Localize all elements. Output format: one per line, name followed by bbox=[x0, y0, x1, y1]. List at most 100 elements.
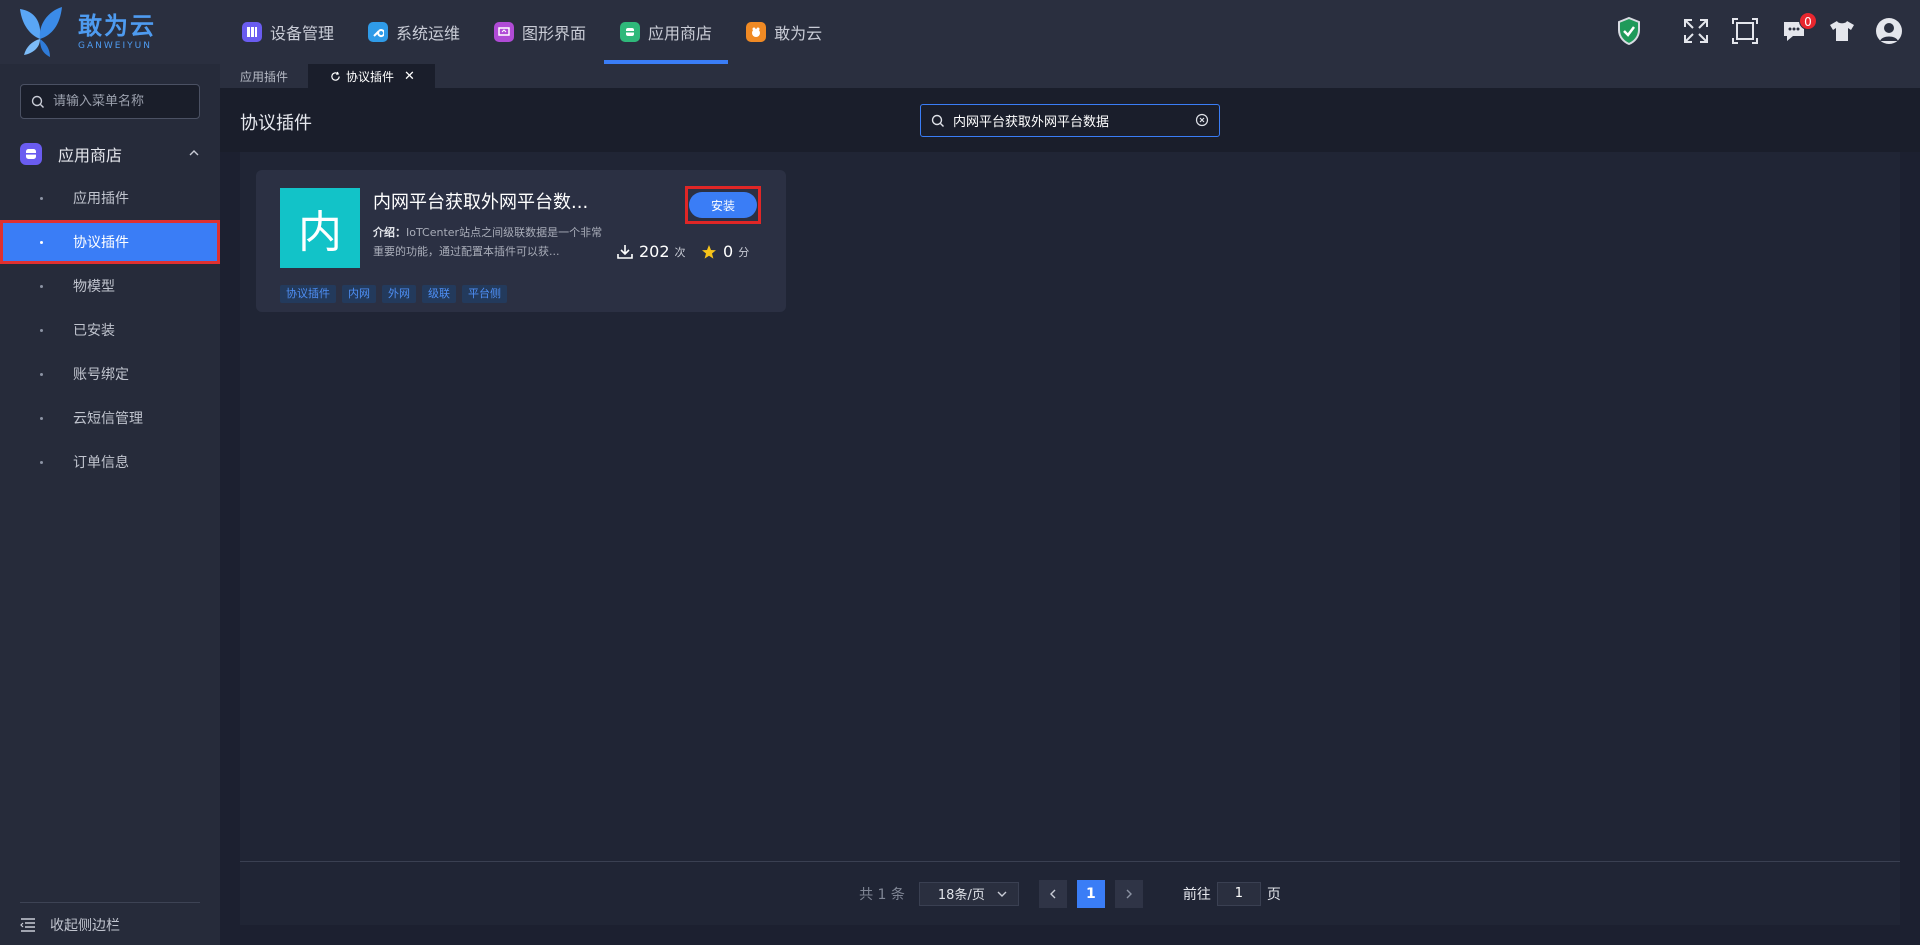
star-icon bbox=[702, 244, 716, 259]
skin-shirt-icon[interactable] bbox=[1827, 16, 1857, 46]
sidebar-item-label: 物模型 bbox=[73, 279, 115, 295]
prev-page-button[interactable] bbox=[1038, 879, 1067, 908]
tag[interactable]: 平台侧 bbox=[462, 285, 507, 303]
plugin-description: 介绍：IoTCenter站点之间级联数据是一个非常重要的功能，通过配置本插件可以… bbox=[373, 223, 613, 261]
search-icon bbox=[31, 95, 44, 108]
tab-protocol-plugins[interactable]: 协议插件 ✕ bbox=[308, 64, 435, 88]
page-size-select[interactable]: 18条/页 bbox=[918, 881, 1019, 906]
shield-icon[interactable] bbox=[1316, 16, 1346, 46]
refresh-icon[interactable] bbox=[330, 71, 341, 82]
notification-badge: 0 bbox=[1799, 12, 1817, 30]
nav-label: 系统运维 bbox=[396, 24, 461, 43]
nav-label: 设备管理 bbox=[270, 24, 335, 43]
sidebar-item-account-binding[interactable]: 账号绑定 bbox=[0, 352, 220, 396]
user-avatar-icon[interactable] bbox=[1874, 16, 1904, 46]
sidebar-item-label: 云短信管理 bbox=[73, 411, 143, 427]
store-icon bbox=[20, 143, 42, 165]
clear-icon[interactable] bbox=[1195, 113, 1209, 127]
sidebar-group-label: 应用商店 bbox=[58, 146, 123, 165]
message-icon[interactable]: 0 bbox=[1779, 12, 1817, 46]
bullet-dot bbox=[40, 372, 43, 376]
sidebar-item-protocol-plugins[interactable]: 协议插件 bbox=[0, 220, 220, 264]
graphic-icon bbox=[494, 22, 515, 42]
plugin-tags: 协议插件 内网 外网 级联 平台侧 bbox=[280, 285, 513, 303]
plugin-search-input[interactable]: 内网平台获取外网平台数据 bbox=[953, 111, 1109, 130]
cloud-icon bbox=[746, 22, 767, 42]
bullet-dot bbox=[40, 240, 43, 244]
install-button-highlight: 安装 bbox=[685, 186, 761, 224]
sidebar-item-label: 账号绑定 bbox=[73, 367, 129, 383]
sidebar-item-label: 已安装 bbox=[73, 323, 115, 339]
bullet-dot bbox=[40, 196, 43, 200]
page-header: 协议插件 内网平台获取外网平台数据 bbox=[220, 88, 1920, 152]
fullscreen-icon[interactable] bbox=[1681, 16, 1711, 46]
collapse-menu-icon bbox=[20, 918, 35, 932]
nav-label: 应用商店 bbox=[648, 24, 713, 43]
tab-label: 协议插件 bbox=[346, 69, 395, 84]
logo-title: 敢为云 bbox=[78, 11, 156, 40]
goto-label: 前往 bbox=[1182, 886, 1211, 903]
nav-system-ops[interactable]: 系统运维 bbox=[352, 0, 476, 64]
top-bar: 敢为云 GANWEIYUN 设备管理 系统运维 图形界面 应用商店 敢为云 0 bbox=[0, 0, 1920, 64]
bullet-dot bbox=[40, 328, 43, 332]
nav-label: 敢为云 bbox=[774, 24, 823, 43]
rating-unit: 分 bbox=[738, 245, 750, 259]
nav-ganwei-cloud[interactable]: 敢为云 bbox=[730, 0, 838, 64]
chevron-up-icon bbox=[189, 150, 199, 156]
sidebar-item-orders[interactable]: 订单信息 bbox=[0, 440, 220, 484]
page-number-current[interactable]: 1 bbox=[1076, 879, 1105, 908]
sidebar-item-label: 应用插件 bbox=[73, 191, 129, 207]
bullet-dot bbox=[40, 416, 43, 420]
sidebar-item-cloud-sms[interactable]: 云短信管理 bbox=[0, 396, 220, 440]
nav-app-store[interactable]: 应用商店 bbox=[604, 0, 729, 64]
sidebar-item-label: 订单信息 bbox=[73, 455, 129, 471]
chevron-down-icon bbox=[997, 891, 1007, 897]
sidebar-item-app-plugins[interactable]: 应用插件 bbox=[0, 176, 220, 220]
sidebar-item-installed[interactable]: 已安装 bbox=[0, 308, 220, 352]
page-size-value: 18条/页 bbox=[937, 888, 985, 903]
page-tabs: 应用插件 协议插件 ✕ bbox=[220, 64, 1920, 88]
security-shield-icon[interactable] bbox=[1614, 16, 1644, 46]
description-text: IoTCenter站点之间级联数据是一个非常重要的功能，通过配置本插件可以获..… bbox=[373, 226, 603, 258]
tab-app-plugins[interactable]: 应用插件 bbox=[220, 64, 308, 88]
sidebar-item-thing-model[interactable]: 物模型 bbox=[0, 264, 220, 308]
collapse-sidebar-label: 收起侧边栏 bbox=[50, 918, 120, 934]
plugin-title[interactable]: 内网平台获取外网平台数... bbox=[373, 188, 588, 214]
nav-graphic-ui[interactable]: 图形界面 bbox=[478, 0, 602, 64]
nav-device-management[interactable]: 设备管理 bbox=[226, 0, 350, 64]
nav-label: 图形界面 bbox=[522, 24, 587, 43]
rating-score: 0 分 bbox=[701, 242, 749, 261]
tab-label: 应用插件 bbox=[240, 69, 289, 84]
goto-page: 前往 1 页 bbox=[1182, 881, 1281, 906]
sidebar-group-app-store[interactable]: 应用商店 bbox=[0, 134, 220, 174]
menu-search-box[interactable] bbox=[20, 84, 200, 119]
download-count: 202 次 bbox=[617, 242, 686, 261]
plugin-search-box[interactable]: 内网平台获取外网平台数据 bbox=[920, 104, 1220, 137]
screen-frame-icon[interactable] bbox=[1730, 16, 1760, 46]
pagination: 共 1 条 18条/页 1 前往 1 页 bbox=[240, 862, 1900, 925]
butterfly-logo-icon bbox=[20, 7, 62, 57]
bullet-dot bbox=[40, 460, 43, 464]
tag[interactable]: 外网 bbox=[382, 285, 416, 303]
menu-search-input[interactable] bbox=[53, 94, 193, 109]
plugin-card[interactable]: 内 内网平台获取外网平台数... 介绍：IoTCenter站点之间级联数据是一个… bbox=[256, 170, 786, 312]
search-icon bbox=[931, 114, 944, 127]
app-logo[interactable]: 敢为云 GANWEIYUN bbox=[16, 4, 166, 60]
next-page-button[interactable] bbox=[1114, 879, 1143, 908]
tag[interactable]: 内网 bbox=[342, 285, 376, 303]
goto-page-input[interactable]: 1 bbox=[1216, 881, 1261, 906]
sidebar: 应用商店 应用插件 协议插件 物模型 已安装 账号绑定 云短信管理 订单信息 收… bbox=[0, 64, 220, 945]
sidebar-menu: 应用插件 协议插件 物模型 已安装 账号绑定 云短信管理 订单信息 bbox=[0, 176, 220, 484]
chevron-right-icon bbox=[1126, 889, 1132, 898]
collapse-sidebar-button[interactable]: 收起侧边栏 bbox=[20, 902, 200, 935]
description-label: 介绍： bbox=[373, 226, 406, 239]
download-unit: 次 bbox=[674, 245, 686, 259]
page-title: 协议插件 bbox=[240, 113, 312, 134]
chevron-left-icon bbox=[1049, 889, 1056, 898]
tag[interactable]: 协议插件 bbox=[280, 285, 336, 303]
install-button[interactable]: 安装 bbox=[689, 192, 757, 218]
download-number: 202 bbox=[639, 242, 670, 261]
close-icon[interactable]: ✕ bbox=[404, 69, 415, 84]
logo-subtitle: GANWEIYUN bbox=[78, 40, 152, 51]
tag[interactable]: 级联 bbox=[422, 285, 456, 303]
